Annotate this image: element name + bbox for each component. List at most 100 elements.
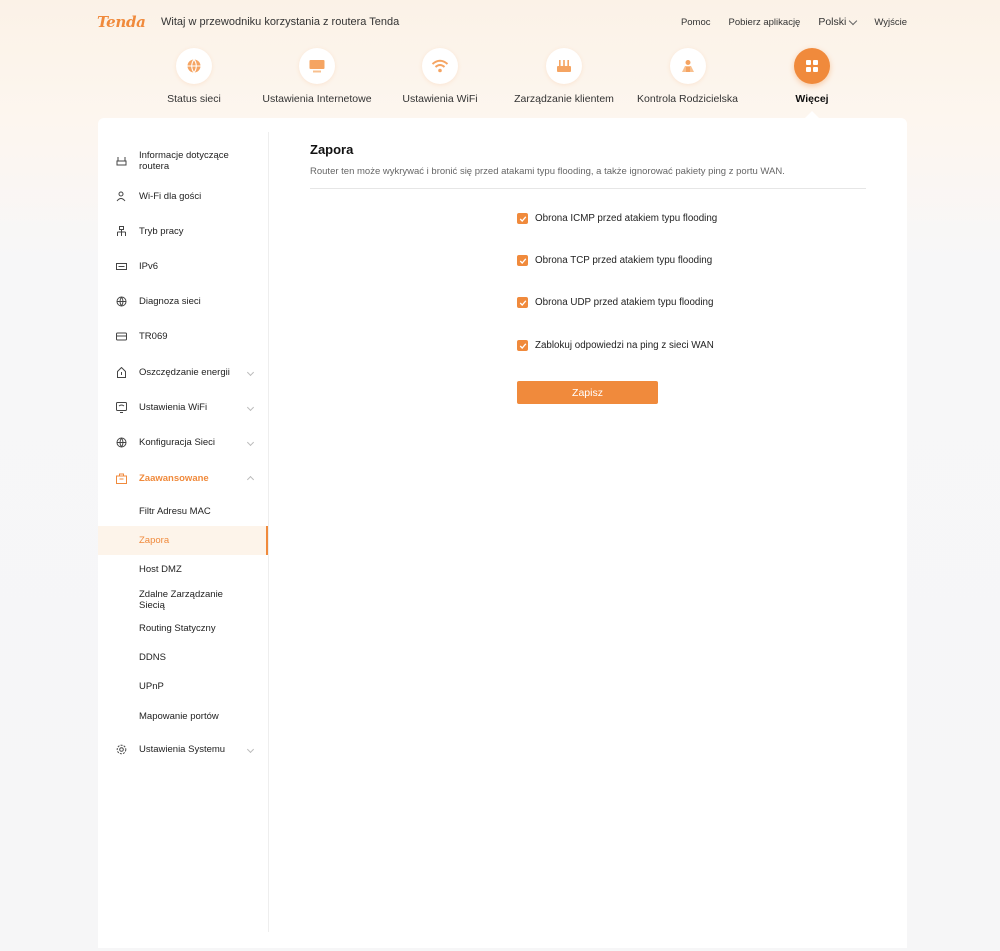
nav-wifi[interactable]: Ustawienia WiFi: [402, 48, 478, 105]
sidebar-item-energy[interactable]: Oszczędzanie energii: [98, 365, 268, 379]
page-description: Router ten może wykrywać i bronić się pr…: [310, 166, 785, 177]
globe-icon: [176, 48, 212, 84]
block-wan-ping-checkbox[interactable]: Zablokuj odpowiedzi na ping z sieci WAN: [517, 340, 714, 351]
sidebar-item-label: Informacje dotyczące routera: [139, 150, 229, 172]
sidebar-subitem-ddns[interactable]: DDNS: [98, 651, 268, 665]
top-bar: Tenda Witaj w przewodniku korzystania z …: [0, 0, 1000, 44]
sidebar-item-label: Konfiguracja Sieci: [139, 436, 216, 448]
sidebar-subitem-label: Zapora: [139, 535, 170, 546]
network-icon: [115, 436, 127, 448]
sidebar-item-diagnostics[interactable]: Diagnoza sieci: [98, 294, 268, 308]
save-button[interactable]: Zapisz: [517, 381, 658, 404]
nav-label: Status sieci: [167, 93, 221, 105]
guest-icon: [115, 190, 127, 202]
checkbox-checked-icon[interactable]: [517, 340, 528, 351]
firewall-content: Zapora Router ten może wykrywać i bronić…: [310, 142, 870, 404]
sidebar-subitem-label: DDNS: [139, 652, 166, 663]
sidebar: Informacje dotyczące routera Wi-Fi dla g…: [98, 132, 269, 932]
checkbox-checked-icon[interactable]: [517, 297, 528, 308]
udp-flood-checkbox[interactable]: Obrona UDP przed atakiem typu flooding: [517, 297, 713, 308]
language-label: Polski: [818, 16, 847, 28]
nav-label: Ustawienia Internetowe: [262, 93, 372, 105]
icmp-flood-checkbox[interactable]: Obrona ICMP przed atakiem typu flooding: [517, 213, 717, 224]
card-icon: [115, 330, 127, 342]
sidebar-item-advanced[interactable]: Zaawansowane: [98, 471, 268, 485]
chevron-down-icon: [246, 438, 255, 446]
nav-clients[interactable]: Zarządzanie klientem: [514, 48, 614, 105]
sidebar-item-mode[interactable]: Tryb pracy: [98, 224, 268, 238]
sidebar-subitem-upnp[interactable]: UPnP: [98, 680, 268, 694]
sidebar-subitem-remote-management[interactable]: Zdalne Zarządzanie Siecią: [98, 588, 268, 612]
router-icon: [546, 48, 582, 84]
mode-icon: [115, 225, 127, 237]
sidebar-item-label: Ustawienia Systemu: [139, 743, 226, 755]
sidebar-item-network-config[interactable]: Konfiguracja Sieci: [98, 435, 268, 449]
top-links: Pomoc Pobierz aplikację Polski Wyjście: [681, 16, 907, 28]
logout-link[interactable]: Wyjście: [874, 17, 907, 28]
welcome-text: Witaj w przewodniku korzystania z router…: [161, 16, 400, 28]
sidebar-item-label: Tryb pracy: [139, 225, 184, 237]
nav-more[interactable]: Więcej: [790, 48, 834, 105]
language-select[interactable]: Polski: [818, 16, 858, 28]
globe-icon: [115, 295, 127, 307]
sidebar-subitem-mac-filter[interactable]: Filtr Adresu MAC: [98, 504, 268, 518]
checkbox-label: Obrona TCP przed atakiem typu flooding: [535, 255, 713, 266]
sidebar-item-label: Ustawienia WiFi: [139, 401, 208, 413]
sidebar-item-label: Diagnoza sieci: [139, 295, 201, 307]
sidebar-item-label: TR069: [139, 330, 168, 342]
checkbox-checked-icon[interactable]: [517, 255, 528, 266]
chevron-down-icon: [246, 403, 255, 411]
chevron-down-icon: [246, 745, 255, 753]
nav-internet[interactable]: Ustawienia Internetowe: [262, 48, 372, 105]
main-nav: Status sieci Ustawienia Internetowe Usta…: [0, 48, 1000, 118]
sidebar-subitem-port-mapping[interactable]: Mapowanie portów: [98, 710, 268, 724]
tcp-flood-checkbox[interactable]: Obrona TCP przed atakiem typu flooding: [517, 255, 712, 266]
sidebar-item-label: Oszczędzanie energii: [139, 366, 230, 378]
energy-icon: [115, 366, 127, 378]
divider: [310, 188, 866, 189]
active-nav-pointer: [805, 111, 819, 118]
nav-label: Więcej: [795, 93, 829, 105]
sidebar-item-label: Zaawansowane: [139, 472, 209, 484]
sidebar-subitem-label: Host DMZ: [139, 564, 182, 575]
sidebar-subitem-label: Mapowanie portów: [139, 711, 219, 722]
tenda-logo[interactable]: Tenda: [97, 13, 146, 31]
sidebar-subitem-label: Zdalne Zarządzanie Siecią: [139, 589, 223, 611]
sidebar-subitem-label: UPnP: [139, 681, 164, 692]
download-app-link[interactable]: Pobierz aplikację: [729, 17, 801, 28]
checkbox-checked-icon[interactable]: [517, 213, 528, 224]
advanced-icon: [115, 472, 127, 484]
sidebar-subitem-dmz[interactable]: Host DMZ: [98, 563, 268, 577]
sidebar-item-label: Wi-Fi dla gości: [139, 190, 202, 202]
sidebar-item-router-info[interactable]: Informacje dotyczące routera: [98, 148, 268, 174]
router-info-icon: [115, 155, 127, 167]
family-icon: [669, 48, 706, 84]
sidebar-item-label: IPv6: [139, 260, 159, 272]
monitor-icon: [299, 48, 335, 84]
wifi-icon: [422, 48, 458, 84]
sidebar-item-guest-wifi[interactable]: Wi-Fi dla gości: [98, 189, 268, 203]
nav-label: Ustawienia WiFi: [402, 93, 478, 105]
ipv6-icon: [115, 260, 127, 272]
sidebar-subitem-firewall[interactable]: Zapora: [98, 526, 268, 555]
sidebar-item-wifi-settings[interactable]: Ustawienia WiFi: [98, 400, 268, 414]
checkbox-label: Obrona ICMP przed atakiem typu flooding: [535, 213, 718, 224]
sidebar-item-ipv6[interactable]: IPv6: [98, 259, 268, 273]
nav-label: Zarządzanie klientem: [514, 93, 614, 105]
sidebar-item-system-settings[interactable]: Ustawienia Systemu: [98, 742, 268, 756]
gear-icon: [115, 743, 127, 755]
sidebar-subitem-static-routing[interactable]: Routing Statyczny: [98, 622, 268, 636]
page-title: Zapora: [310, 142, 354, 157]
checkbox-label: Obrona UDP przed atakiem typu flooding: [535, 297, 714, 308]
wifi-settings-icon: [115, 401, 127, 413]
chevron-down-icon: [246, 368, 255, 376]
nav-parental[interactable]: Kontrola Rodzicielska: [637, 48, 738, 105]
main-panel: Informacje dotyczące routera Wi-Fi dla g…: [98, 118, 907, 948]
help-link[interactable]: Pomoc: [681, 17, 711, 28]
sidebar-subitem-label: Routing Statyczny: [139, 623, 216, 634]
chevron-up-icon: [246, 475, 255, 484]
checkbox-label: Zablokuj odpowiedzi na ping z sieci WAN: [535, 340, 714, 351]
grid-icon: [794, 48, 830, 84]
nav-status[interactable]: Status sieci: [162, 48, 226, 105]
sidebar-item-tr069[interactable]: TR069: [98, 329, 268, 343]
